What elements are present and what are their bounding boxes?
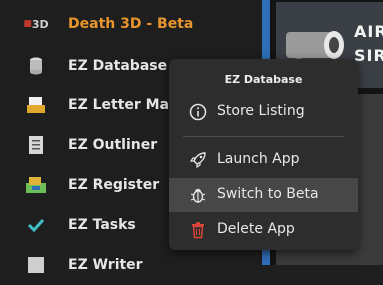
banner-text-line2: SIR bbox=[354, 46, 383, 65]
writer-icon bbox=[26, 255, 46, 275]
menu-item-label: Switch to Beta bbox=[217, 186, 319, 202]
delete-app-menu-item[interactable]: Delete App bbox=[169, 213, 358, 247]
app-label: EZ Outliner bbox=[68, 137, 158, 153]
info-icon bbox=[189, 103, 207, 121]
menu-title: EZ Database bbox=[224, 73, 303, 86]
app-label: EZ Tasks bbox=[68, 217, 136, 233]
banner-text-line1: AIR bbox=[354, 22, 383, 41]
outliner-icon bbox=[26, 135, 46, 155]
register-icon bbox=[26, 175, 46, 195]
trash-icon bbox=[189, 221, 207, 239]
menu-item-label: Launch App bbox=[217, 151, 300, 167]
database-icon bbox=[26, 56, 46, 76]
checkmark-icon bbox=[26, 215, 46, 235]
context-menu: EZ Database Store Listing Launch App Swi… bbox=[169, 59, 358, 250]
store-listing-menu-item[interactable]: Store Listing bbox=[169, 95, 358, 129]
launch-app-menu-item[interactable]: Launch App bbox=[169, 143, 358, 177]
app-label: EZ Database bbox=[68, 58, 168, 74]
menu-item-label: Delete App bbox=[217, 221, 295, 237]
death-3d-logo-icon: ■ 3D bbox=[23, 17, 49, 31]
rocket-icon bbox=[189, 151, 207, 169]
letter-icon bbox=[26, 95, 46, 115]
app-label: Death 3D - Beta bbox=[68, 16, 194, 32]
menu-divider bbox=[183, 136, 344, 137]
app-item-ez-writer[interactable]: EZ Writer bbox=[0, 245, 262, 285]
app-item-death-3d[interactable]: ■ 3D Death 3D - Beta bbox=[0, 4, 262, 44]
app-label: EZ Writer bbox=[68, 257, 143, 273]
menu-item-label: Store Listing bbox=[217, 103, 305, 119]
bug-icon bbox=[189, 186, 207, 204]
switch-to-beta-menu-item[interactable]: Switch to Beta bbox=[169, 178, 358, 212]
app-label: EZ Register bbox=[68, 177, 160, 193]
